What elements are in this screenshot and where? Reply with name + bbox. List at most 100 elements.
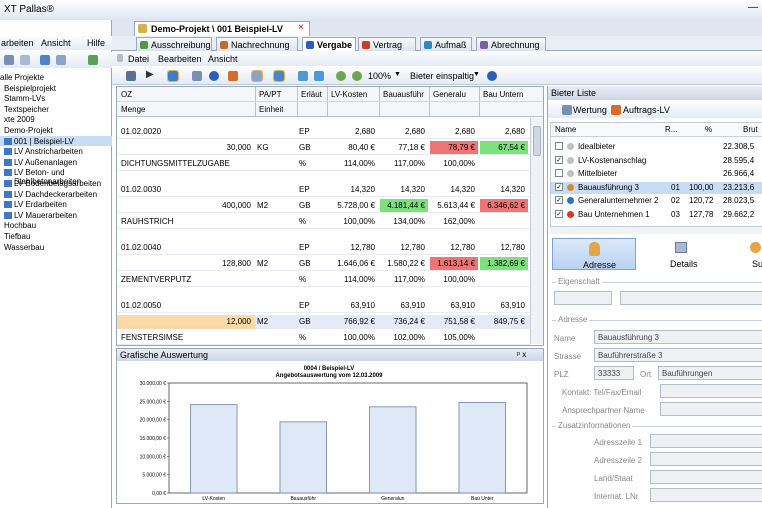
save-icon[interactable] <box>4 55 14 65</box>
tree-item[interactable]: alle Projekte <box>0 72 112 82</box>
palette-icon[interactable] <box>228 71 238 81</box>
zoom-out-icon[interactable] <box>352 71 362 81</box>
grid-header-cell[interactable]: Bau Untern <box>483 90 527 99</box>
bieter-col-header[interactable]: R... <box>665 125 677 134</box>
grid-header-cell[interactable]: Erläut <box>301 90 325 99</box>
preview-icon[interactable] <box>251 70 263 82</box>
bieter-checkbox[interactable]: ✓ <box>555 210 563 218</box>
module-tab-4[interactable]: Aufmaß <box>420 37 472 51</box>
menu-arbeiten[interactable]: arbeiten <box>1 38 34 48</box>
eigenschaft-field-2[interactable] <box>620 291 762 305</box>
tree-item[interactable]: Hochbau <box>0 220 112 230</box>
adresszeile2-field[interactable] <box>650 452 762 466</box>
details-button[interactable]: Details <box>642 238 722 270</box>
print-icon[interactable] <box>192 71 202 81</box>
tree-item[interactable]: Tiefbau <box>0 231 112 241</box>
adresszeile1-field[interactable] <box>650 434 762 448</box>
help-icon[interactable] <box>487 71 497 81</box>
tree-item[interactable]: Demo-Projekt <box>0 125 112 135</box>
submenu-bearbeiten[interactable]: Bearbeiten <box>158 54 202 64</box>
module-tab-5[interactable]: Abrechnung <box>476 37 546 51</box>
bidder-mode-select[interactable]: Bieter einspaltig <box>410 71 474 81</box>
bieter-row[interactable]: ✓ Generalunternehmer 2 02 120,72 28.023,5 <box>551 195 762 207</box>
bieter-checkbox[interactable]: ✓ <box>555 155 563 164</box>
grid-header-cell[interactable]: Bauausführ <box>383 90 427 99</box>
grid-icon[interactable] <box>56 55 66 65</box>
ort-field[interactable] <box>658 366 762 380</box>
sort-icon[interactable] <box>314 71 324 81</box>
zoom-level[interactable]: 100% <box>368 71 391 81</box>
bieter-checkbox[interactable] <box>555 169 563 178</box>
module-tab-2[interactable]: Vergabe <box>302 37 356 51</box>
mode-dropdown-icon[interactable]: ▼ <box>473 71 480 78</box>
module-tab-0[interactable]: Ausschreibung <box>136 37 212 51</box>
grid-header-cell-2[interactable]: Einheit <box>259 105 283 114</box>
tree-item[interactable]: LV Anstricharbeiten <box>0 146 112 156</box>
grid-scroll-thumb[interactable] <box>533 126 541 156</box>
auftrag-button[interactable]: Auftrags-LV <box>623 105 670 115</box>
menu-hilfe[interactable]: Hilfe <box>87 38 105 48</box>
name-field[interactable] <box>594 330 762 344</box>
table-row[interactable]: 01.02.0050 EP 63,910 63,910 63,910 63,910 <box>117 299 531 313</box>
plz-field[interactable] <box>594 366 634 380</box>
table-row[interactable]: 01.02.0020 EP 2,680 2,680 2,680 2,680 <box>117 125 531 139</box>
zoom-in-icon[interactable] <box>336 71 346 81</box>
list-icon[interactable] <box>126 71 136 81</box>
tree-item[interactable]: 001 | Beispiel-LV <box>0 135 112 146</box>
filter-icon[interactable] <box>298 71 308 81</box>
bieter-row[interactable]: ✓ Bau Unternehmen 1 03 127,78 29.662,2 <box>551 209 762 221</box>
grid-header-cell[interactable]: Generalu <box>433 90 477 99</box>
bieter-row[interactable]: ✓ LV-Kostenanschlag 28.595,4 <box>551 155 762 167</box>
table-row[interactable]: 30,000 KG GB 80,40 € 77,18 € 78,79 €67,54 € <box>117 141 531 155</box>
copy-icon[interactable] <box>20 55 30 65</box>
eigenschaft-field-1[interactable] <box>554 291 612 305</box>
bieter-row[interactable]: Idealbieter 22.308,5 <box>551 141 762 153</box>
bieter-list-hscroll[interactable] <box>550 226 762 234</box>
tree-item[interactable]: Beispielprojekt <box>0 83 112 93</box>
layout-icon[interactable] <box>273 70 285 82</box>
wertung-button[interactable]: Wertung <box>573 105 607 115</box>
bieter-col-header[interactable]: Name <box>555 125 576 134</box>
bieter-checkbox[interactable]: ✓ <box>555 182 563 191</box>
document-tab[interactable]: Demo-Projekt \ 001 Beispiel-LV × <box>134 21 310 36</box>
info-icon[interactable] <box>209 71 219 81</box>
close-tab-icon[interactable]: × <box>298 22 304 33</box>
submenu-datei[interactable]: Datei <box>128 54 149 64</box>
bieter-row[interactable]: ✓ Bauausführung 3 01 100,00 23.213,6 <box>551 181 762 194</box>
zoom-dropdown-icon[interactable]: ▼ <box>394 71 401 78</box>
internat-field[interactable] <box>650 488 762 502</box>
module-tab-1[interactable]: Nachrechnung <box>216 37 298 51</box>
table-row[interactable]: 12,000 M2 GB 766,92 € 736,24 € 751,58 € 849,75… <box>117 315 531 329</box>
grid-header-cell[interactable]: PA/PT <box>259 90 295 99</box>
tree-item[interactable]: LV Außenanlagen <box>0 157 112 167</box>
minimize-icon[interactable]: — <box>748 2 758 13</box>
table-row[interactable]: RAUHSTRICH% 100,00% 134,00% 162,00% <box>117 215 531 229</box>
table-row[interactable]: DICHTUNGSMITTELZUGABE% 114,00% 117,00% 100,… <box>117 157 531 171</box>
table-icon[interactable] <box>167 70 179 82</box>
bieter-row[interactable]: Mittelbieter 26.966,4 <box>551 168 762 180</box>
tree-item[interactable]: LV Bodenbelagsarbeiten <box>0 178 112 188</box>
grid-header-cell-2[interactable]: Menge <box>121 105 145 114</box>
tree-item[interactable]: xte 2009 <box>0 114 112 124</box>
play-icon[interactable]: ▶ <box>146 69 154 80</box>
submenu-ansicht[interactable]: Ansicht <box>208 54 238 64</box>
grid-scrollbar[interactable] <box>530 118 543 344</box>
tree-item[interactable]: Stamm-LVs <box>0 93 112 103</box>
module-tab-3[interactable]: Vertrag <box>358 37 416 51</box>
kontakt-field[interactable] <box>660 384 762 398</box>
table-row[interactable]: 128,800 M2 GB 1.646,06 € 1.580,22 € 1.613,14 … <box>117 257 531 271</box>
suche-button[interactable]: Su <box>728 238 762 270</box>
bieter-col-header[interactable]: Brut <box>743 125 758 134</box>
bieter-checkbox[interactable]: ✓ <box>555 196 563 205</box>
chart-panel-controls[interactable]: ᵖ x <box>517 350 526 359</box>
grid-header-cell[interactable]: LV-Kosten <box>331 90 377 99</box>
table-row[interactable]: ZEMENTVERPUTZ% 114,00% 117,00% 100,00% <box>117 273 531 287</box>
table-row[interactable]: 01.02.0040 EP 12,780 12,780 12,780 12,780 <box>117 241 531 255</box>
menu-ansicht[interactable]: Ansicht <box>41 38 71 48</box>
ansprech-field[interactable] <box>660 402 762 416</box>
tree-item[interactable]: LV Erdarbeiten <box>0 199 112 209</box>
land-field[interactable] <box>650 470 762 484</box>
tree-item[interactable]: LV Beton- und Stahlbetonarbeiten <box>0 167 112 186</box>
adresse-button[interactable]: Adresse <box>552 238 636 270</box>
tree-item[interactable]: Wasserbau <box>0 242 112 252</box>
